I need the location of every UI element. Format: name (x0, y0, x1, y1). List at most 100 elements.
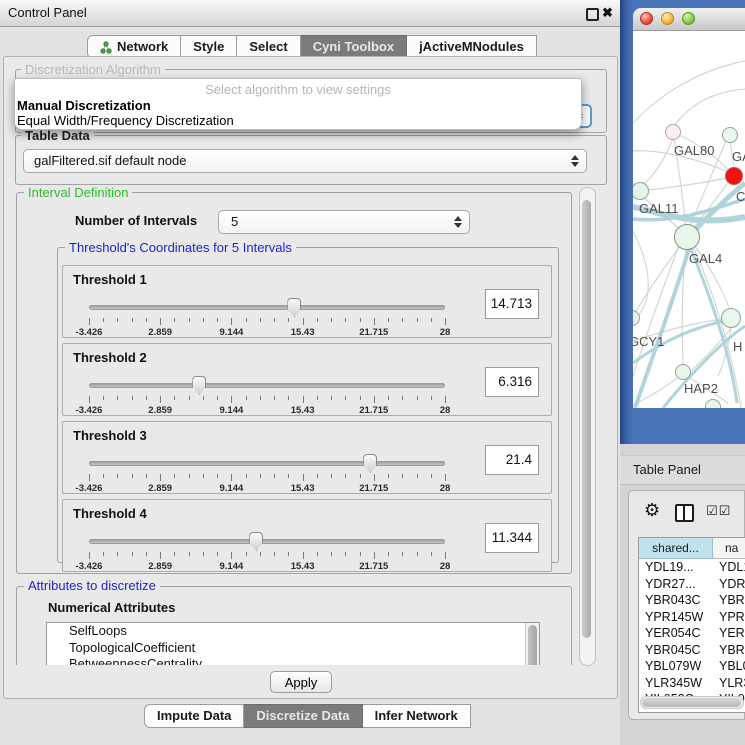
scrollbar-thumb[interactable] (528, 625, 537, 665)
attribute-list-item[interactable]: TopologicalCoefficient (47, 640, 539, 657)
split-columns-icon[interactable] (675, 504, 694, 522)
table-data-combobox[interactable]: galFiltered.sif default node (23, 149, 587, 173)
threshold-value-field[interactable]: 11.344 (485, 523, 539, 553)
number-of-intervals-combobox[interactable]: 5 (218, 210, 470, 234)
algorithm-option[interactable]: Manual Discretization (17, 98, 579, 113)
minor-tick (388, 552, 389, 556)
tab-label: Impute Data (157, 705, 231, 727)
table-cell[interactable]: YPR145W (639, 609, 712, 626)
minor-tick (103, 552, 104, 556)
minor-tick (246, 474, 247, 478)
close-traffic-light-icon[interactable] (640, 12, 653, 25)
slider-track[interactable] (89, 305, 445, 310)
threshold-value-field[interactable]: 14.713 (485, 289, 539, 319)
table-cell[interactable]: YDR27... (639, 576, 712, 593)
threshold-value-field[interactable]: 21.4 (485, 445, 539, 475)
major-tick (445, 318, 446, 325)
table-row[interactable]: YDL19... YDL1 (639, 559, 745, 576)
minor-tick (117, 552, 118, 556)
slider-thumb[interactable] (249, 532, 263, 551)
network-node[interactable] (721, 308, 741, 328)
cyni-mode-tab[interactable]: Infer Network (363, 704, 471, 728)
minor-tick (417, 474, 418, 478)
major-tick (303, 552, 304, 559)
attribute-list-item[interactable]: BetweennessCentrality (47, 656, 539, 665)
table-cell[interactable]: YLR3 (712, 675, 745, 692)
table-cell[interactable]: YBR0 (712, 642, 745, 659)
column-header[interactable]: na (713, 538, 745, 559)
algorithm-hint: Select algorithm to view settings (15, 82, 581, 97)
node-attribute-table[interactable]: shared... na YDL19... YDL1 YDR27... YDR2 (638, 537, 745, 713)
minor-tick (132, 396, 133, 400)
slider-track[interactable] (89, 539, 445, 544)
table-cell[interactable]: YBR0 (712, 592, 745, 609)
slider-thumb[interactable] (287, 298, 301, 317)
tick-label: 15.43 (291, 405, 315, 416)
threshold-slider[interactable]: -3.4262.8599.14415.4321.71528 (89, 454, 445, 492)
table-row[interactable]: YDR27... YDR2 (639, 576, 745, 593)
table-row[interactable]: YBR045C YBR0 (639, 642, 745, 659)
major-tick (89, 474, 90, 481)
threshold-slider[interactable]: -3.4262.8599.14415.4321.71528 (89, 532, 445, 570)
network-node[interactable] (675, 364, 691, 380)
cyni-mode-tab[interactable]: Impute Data (144, 704, 244, 728)
slider-thumb[interactable] (363, 454, 377, 473)
tick-label: -3.426 (76, 561, 103, 572)
close-icon[interactable]: ✖ (602, 4, 613, 22)
table-cell[interactable]: YPR1 (712, 609, 745, 626)
algorithm-option[interactable]: Equal Width/Frequency Discretization (17, 113, 579, 128)
table-cell[interactable]: YDR2 (712, 576, 745, 593)
table-cell[interactable]: YER0 (712, 625, 745, 642)
minor-tick (203, 552, 204, 556)
network-node[interactable] (725, 167, 743, 185)
checkbox-columns-icon[interactable]: ☑☑ (706, 504, 731, 519)
table-cell[interactable]: YBL079W (639, 658, 712, 675)
float-window-icon[interactable] (586, 8, 599, 21)
table-cell[interactable]: YDL1 (712, 559, 745, 576)
apply-button[interactable]: Apply (270, 671, 332, 693)
horizontal-scrollbar[interactable] (640, 696, 744, 709)
threshold-slider[interactable]: -3.4262.8599.14415.4321.71528 (89, 298, 445, 336)
table-row[interactable]: YLR345W YLR3 (639, 675, 745, 692)
network-node[interactable] (705, 399, 721, 408)
table-cell[interactable]: YDL19... (639, 559, 712, 576)
zoom-traffic-light-icon[interactable] (682, 12, 695, 25)
threshold-value-field[interactable]: 6.316 (485, 367, 539, 397)
network-canvas[interactable]: GAL80 GA C GAL11 GAL4 GCY1 H HAP2 (633, 31, 745, 408)
table-cell[interactable]: YLR345W (639, 675, 712, 692)
slider-thumb[interactable] (192, 376, 206, 395)
combo-stepper-icon (454, 216, 462, 228)
table-row[interactable]: YBR043C YBR0 (639, 592, 745, 609)
table-row[interactable]: YER054C YER0 (639, 625, 745, 642)
table-row[interactable]: YPR145W YPR1 (639, 609, 745, 626)
threshold-slider[interactable]: -3.4262.8599.14415.4321.71528 (89, 376, 445, 414)
column-header[interactable]: shared... (639, 538, 713, 559)
panel-scrollbar[interactable] (579, 187, 596, 666)
table-row[interactable]: YBL079W YBL0 (639, 658, 745, 675)
slider-track[interactable] (89, 461, 445, 466)
network-node[interactable] (674, 224, 700, 250)
table-cell[interactable]: YBL0 (712, 658, 745, 675)
cyni-mode-tab[interactable]: Discretize Data (244, 704, 362, 728)
slider-track[interactable] (89, 383, 445, 388)
tick-label: 15.43 (291, 327, 315, 338)
minor-tick (402, 318, 403, 322)
attribute-list-item[interactable]: SelfLoops (47, 623, 539, 640)
gear-icon[interactable]: ⚙ (644, 500, 660, 521)
minor-tick (103, 318, 104, 322)
scrollbar-thumb[interactable] (642, 698, 741, 707)
numerical-attributes-list[interactable]: SelfLoops TopologicalCoefficient Between… (46, 622, 540, 665)
table-cell[interactable]: YBR045C (639, 642, 712, 659)
number-of-intervals-value: 5 (231, 214, 238, 229)
minimize-traffic-light-icon[interactable] (661, 12, 674, 25)
scrollbar-thumb[interactable] (582, 200, 591, 638)
table-cell[interactable]: YER054C (639, 625, 712, 642)
table-cell[interactable]: YBR043C (639, 592, 712, 609)
network-node[interactable] (665, 124, 681, 140)
network-node[interactable] (722, 127, 738, 143)
table-header-row: shared... na (639, 538, 745, 559)
tick-label: 21.715 (359, 561, 388, 572)
list-scrollbar[interactable] (525, 623, 539, 665)
number-of-intervals-label: Number of Intervals (75, 213, 197, 228)
tick-label: 28 (440, 327, 451, 338)
